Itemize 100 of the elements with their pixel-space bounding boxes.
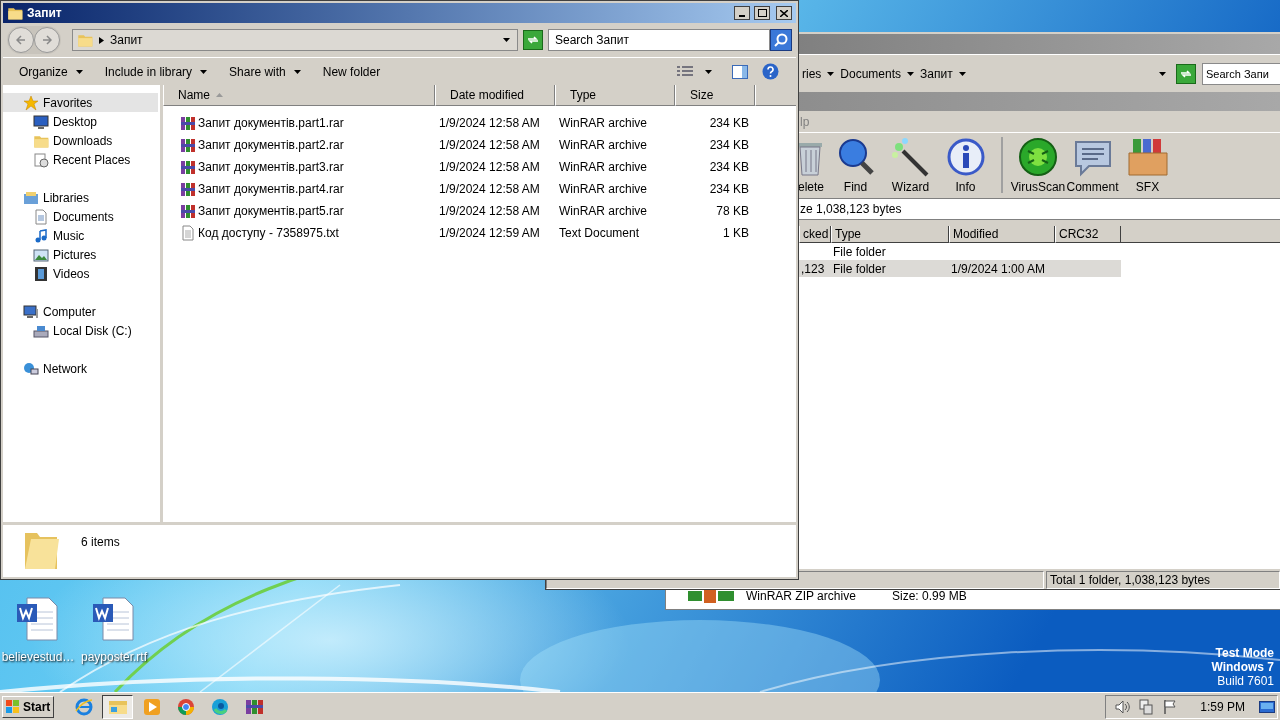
caret-icon: [200, 69, 208, 74]
file-row[interactable]: Запит документів.part4.rar 1/9/2024 12:58 AM WinRAR archive 234 KB: [163, 178, 796, 200]
breadcrumb-arrow-icon: [907, 71, 915, 76]
file-row[interactable]: Запит документів.part5.rar 1/9/2024 12:58 AM WinRAR archive 78 KB: [163, 200, 796, 222]
breadcrumb-arrow-icon: [827, 71, 835, 76]
toolbar-button[interactable]: Info: [938, 137, 993, 193]
breadcrumb-arrow-icon: [99, 36, 104, 44]
column-header[interactable]: CRC32: [1055, 226, 1121, 243]
start-button[interactable]: Start: [2, 695, 54, 718]
right-arrow-icon: [42, 35, 52, 45]
library-icon: [23, 189, 39, 206]
type-cell-text: WinRAR archive: [558, 137, 649, 154]
file-row[interactable]: Запит документів.part2.rar 1/9/2024 12:58 AM WinRAR archive 234 KB: [163, 134, 796, 156]
clock[interactable]: 1:59 PM: [1200, 697, 1245, 716]
search-field[interactable]: Search Запи: [1202, 62, 1280, 85]
info-icon: [945, 137, 986, 177]
minimize-icon: [739, 15, 745, 17]
show-desktop-button[interactable]: [1259, 699, 1275, 714]
column-header[interactable]: Name: [163, 85, 435, 106]
file-row[interactable]: Запит документів.part1.rar 1/9/2024 12:58 AM WinRAR archive 234 KB: [163, 112, 796, 134]
pane-icon: [732, 64, 748, 79]
search-field[interactable]: Search Запит: [548, 29, 770, 51]
refresh-icon: [1180, 68, 1192, 79]
file-row[interactable]: Запит документів.part3.rar 1/9/2024 12:58 AM WinRAR archive 234 KB: [163, 156, 796, 178]
help-button[interactable]: [760, 61, 780, 82]
item-count: 6 items: [81, 534, 120, 551]
nav-item[interactable]: Computer: [3, 302, 158, 321]
flag-icon: [1162, 698, 1179, 715]
address-bar[interactable]: Запит: [72, 29, 518, 51]
file-name: Запит документів.part5.rar: [198, 203, 344, 220]
search-icon: [774, 33, 788, 47]
nav-item[interactable]: Recent Places: [3, 150, 158, 169]
search-button[interactable]: [770, 29, 792, 51]
taskbar-button[interactable]: [102, 694, 133, 719]
e-letter-globe-icon: [74, 697, 93, 716]
nav-item[interactable]: Network: [3, 359, 158, 378]
header-filler: [755, 85, 796, 106]
toolbar-button[interactable]: VirusScan: [1001, 137, 1065, 193]
toolbar-button[interactable]: Share with: [225, 60, 305, 83]
file-name: Запит документів.part1.rar: [198, 115, 344, 132]
file-row[interactable]: Код доступу - 7358975.txt 1/9/2024 12:59 AM Text Document 1 KB: [163, 222, 796, 244]
toolbar-button[interactable]: Organize: [15, 60, 87, 83]
toolbar-button[interactable]: Include in library: [100, 60, 212, 83]
column-header[interactable]: Type: [555, 85, 675, 106]
os-notice-text: Test Mode: [1215, 646, 1274, 660]
music-note-icon: [33, 227, 49, 244]
wand-icon: [890, 137, 931, 177]
refresh-button[interactable]: [1176, 63, 1196, 84]
nav-item[interactable]: Downloads: [3, 131, 158, 150]
nav-item[interactable]: Libraries: [3, 188, 158, 207]
column-header[interactable]: Type: [831, 226, 949, 243]
nav-item[interactable]: Documents: [3, 207, 158, 226]
toolbar-button[interactable]: Find: [828, 137, 883, 193]
computer-icon: [23, 303, 39, 320]
column-header[interactable]: Date modified: [435, 85, 555, 106]
nav-item[interactable]: Music: [3, 226, 158, 245]
nav-item[interactable]: Favorites: [3, 93, 158, 112]
type-cell-text: WinRAR archive: [558, 203, 649, 220]
date-cell-text: 1/9/2024 12:58 AM: [438, 137, 541, 154]
archive-row[interactable]: File folder: [799, 243, 1121, 260]
file-type: WinRAR ZIP archive: [746, 588, 857, 605]
table-cell: File folder: [833, 244, 886, 259]
toolbar-button[interactable]: Comment: [1065, 137, 1120, 193]
file-name: Запит документів.part4.rar: [198, 181, 344, 198]
breadcrumb-item[interactable]: ries: [802, 64, 822, 83]
nav-item[interactable]: Desktop: [3, 112, 158, 131]
archive-row[interactable]: ,123 File folder 1/9/2024 1:00 AM: [799, 260, 1121, 277]
nav-item[interactable]: Local Disk (C:): [3, 321, 158, 340]
refresh-button[interactable]: [523, 30, 543, 50]
minimize-button[interactable]: [734, 6, 750, 20]
toolbar-button[interactable]: New folder: [318, 60, 385, 83]
breadcrumb-item[interactable]: Documents: [840, 64, 902, 83]
caret-icon: [705, 69, 712, 74]
toolbar-button[interactable]: elete: [798, 137, 828, 193]
nav-item[interactable]: Videos: [3, 264, 158, 283]
size-cell-text: 234 KB: [708, 115, 750, 132]
close-button[interactable]: [776, 6, 792, 20]
folder-icon: [7, 5, 23, 21]
toolbar-button[interactable]: Wizard: [883, 137, 938, 193]
column-header[interactable]: Size: [675, 85, 755, 106]
type-cell-text: WinRAR archive: [558, 115, 649, 132]
books-icon: [180, 203, 196, 219]
breadcrumb-item[interactable]: Запит: [110, 31, 143, 49]
archive-icon: [688, 589, 734, 603]
column-header[interactable]: Modified: [949, 226, 1055, 243]
size-cell-text: 234 KB: [708, 181, 750, 198]
refresh-icon: [527, 35, 539, 45]
clock-document-icon: [33, 151, 49, 168]
file-name: Запит документів.part3.rar: [198, 159, 344, 176]
breadcrumb-item[interactable]: Запит: [920, 64, 953, 83]
caret-icon: [503, 38, 510, 42]
maximize-button[interactable]: [754, 6, 770, 20]
help-icon: [761, 63, 779, 80]
nav-item[interactable]: Pictures: [3, 245, 158, 264]
status-text: Total 1 folder, 1,038,123 bytes: [1050, 572, 1211, 589]
books-icon: [180, 159, 196, 175]
toolbar-button[interactable]: SFX: [1120, 137, 1175, 193]
close-icon: [780, 9, 788, 17]
date-cell-text: 1/9/2024 12:58 AM: [438, 115, 541, 132]
size-cell-text: 234 KB: [708, 159, 750, 176]
